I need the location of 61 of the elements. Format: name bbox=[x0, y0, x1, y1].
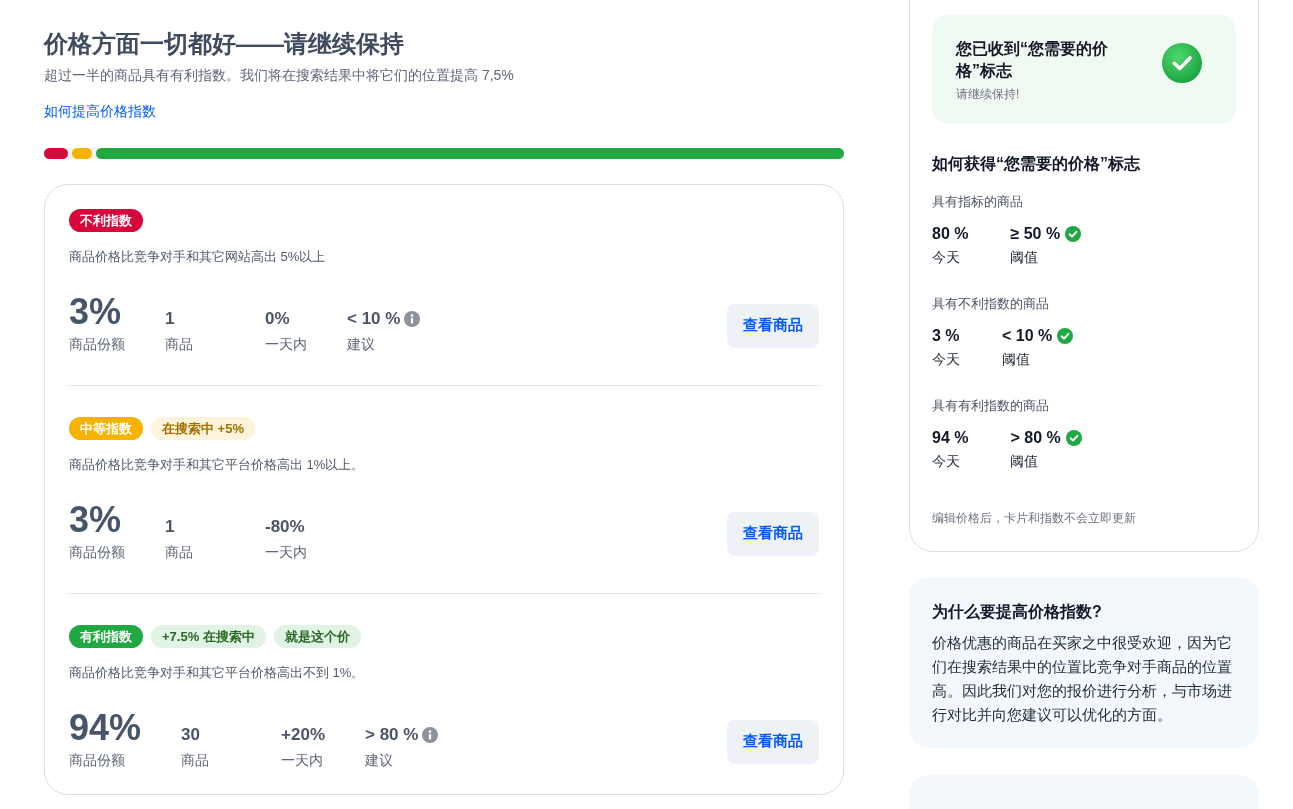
criteria-heading: 如何获得“您需要的价格”标志 bbox=[932, 154, 1141, 174]
threshold-value: > 80 % bbox=[1010, 428, 1061, 448]
status-title: 您已收到“您需要的价格”标志 bbox=[956, 39, 1109, 81]
stat-value: < 10 % bbox=[347, 308, 401, 330]
today-label: 今天 bbox=[932, 248, 960, 267]
stat-label: 建议 bbox=[347, 335, 375, 354]
stat-value: 94% bbox=[69, 709, 142, 747]
info-icon[interactable] bbox=[404, 311, 421, 327]
stat-value: +20% bbox=[281, 724, 325, 746]
stat-label: 建议 bbox=[365, 751, 393, 770]
stat-value: > 80 % bbox=[365, 724, 419, 746]
page-subtitle: 超过一半的商品具有有利指数。我们将在搜索结果中将它们的位置提高 7,5% bbox=[44, 66, 514, 85]
stat-value: 1 bbox=[165, 308, 175, 330]
stat-value: 0% bbox=[265, 308, 290, 330]
threshold-label: 阈值 bbox=[1010, 452, 1039, 471]
index-badge: 中等指数 bbox=[69, 417, 143, 440]
stat-label: 一天内 bbox=[265, 335, 307, 354]
index-badge: 有利指数 bbox=[69, 625, 143, 648]
today-label: 今天 bbox=[932, 350, 960, 369]
criterion-label: 具有有利指数的商品 bbox=[932, 397, 1049, 415]
help-link[interactable]: 如何提高价格指数 bbox=[44, 101, 156, 121]
threshold-value: ≥ 50 % bbox=[1010, 224, 1061, 244]
criterion-label: 具有不利指数的商品 bbox=[932, 295, 1049, 313]
stat-label: 商品 bbox=[165, 543, 193, 562]
threshold-label: 阈值 bbox=[1002, 350, 1030, 369]
update-note: 编辑价格后，卡片和指数不会立即更新 bbox=[932, 510, 1137, 527]
index-badge: 不利指数 bbox=[69, 209, 143, 232]
today-value: 94 % bbox=[932, 428, 969, 448]
view-products-button[interactable]: 查看商品 bbox=[727, 303, 819, 348]
stat-value: 1 bbox=[165, 516, 175, 538]
stat-value: 3% bbox=[69, 293, 122, 331]
check-badge-icon bbox=[1162, 43, 1202, 83]
index-description: 商品价格比竞争对手和其它平台价格高出 1%以上。 bbox=[69, 456, 365, 474]
search-tag: 就是这个价 bbox=[273, 625, 361, 648]
stat-label: 商品份额 bbox=[69, 335, 125, 354]
info-card-text: 价格优惠的商品在买家之中很受欢迎，因为它们在搜索结果中的位置比竞争对手商品的位置高。因此我们对您的报价进行分析，与市场进行对比并向您建议可以优化的方面。 bbox=[932, 633, 1233, 725]
stat-label: 商品 bbox=[181, 751, 210, 770]
stat-label: 商品份额 bbox=[69, 751, 125, 770]
page-title: 价格方面一切都好——请继续保持 bbox=[44, 29, 404, 59]
stat-label: 商品份额 bbox=[69, 543, 125, 562]
search-tag: +7.5% 在搜索中 bbox=[151, 625, 266, 648]
stat-label: 一天内 bbox=[281, 751, 324, 770]
criterion-label: 具有指标的商品 bbox=[932, 193, 1023, 211]
status-subtitle: 请继续保持! bbox=[956, 86, 1020, 102]
index-description: 商品价格比竞争对手和其它网站高出 5%以上 bbox=[69, 248, 326, 266]
search-tag: 在搜索中 +5% bbox=[151, 417, 255, 440]
view-products-button[interactable]: 查看商品 bbox=[727, 719, 819, 764]
stat-label: 商品 bbox=[165, 335, 193, 354]
info-card-title: 为什么要提高价格指数? bbox=[932, 602, 1103, 622]
today-label: 今天 bbox=[932, 452, 960, 471]
stat-label: 一天内 bbox=[265, 543, 307, 562]
stat-value: -80% bbox=[265, 516, 305, 538]
stat-value: 30 bbox=[181, 724, 200, 746]
index-description: 商品价格比竞争对手和其它平台价格高出不到 1%。 bbox=[69, 664, 365, 682]
threshold-label: 阈值 bbox=[1010, 248, 1039, 267]
info-icon[interactable] bbox=[422, 727, 439, 743]
view-products-button[interactable]: 查看商品 bbox=[727, 511, 819, 556]
today-value: 3 % bbox=[932, 326, 960, 346]
threshold-value: < 10 % bbox=[1002, 326, 1053, 346]
today-value: 80 % bbox=[932, 224, 969, 244]
stat-value: 3% bbox=[69, 501, 122, 539]
